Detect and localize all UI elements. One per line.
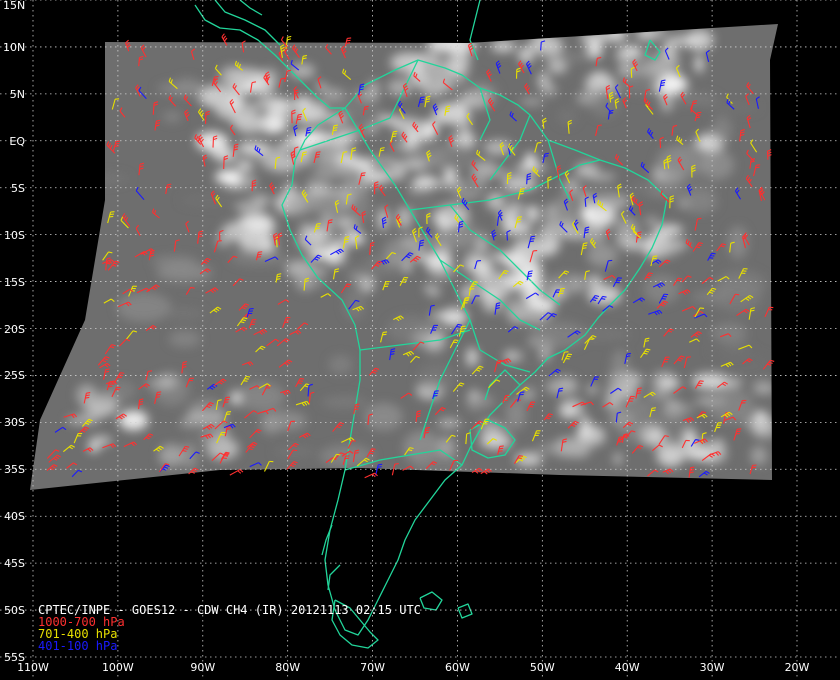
lon-label: 60W [445, 661, 470, 674]
lon-label: 100W [101, 661, 134, 674]
lon-label: 40W [614, 661, 640, 674]
lat-label: 25S [4, 369, 25, 383]
lon-label: 20W [784, 661, 810, 674]
lon-label: 70W [360, 661, 385, 674]
lon-label: 80W [275, 661, 301, 674]
lat-label: 5S [11, 181, 25, 195]
lon-label: 90W [190, 661, 216, 674]
product-caption: CPTEC/INPE - GOES12 - CDW CH4 (IR) 20121… [38, 604, 421, 652]
lat-label: 10S [4, 228, 25, 242]
lon-label: 110W [17, 661, 49, 674]
lat-label: 15S [4, 275, 25, 289]
lat-label: 40S [4, 510, 25, 524]
lat-label: 50S [4, 604, 25, 618]
lat-label: 15N [3, 0, 26, 12]
lon-label: 50W [529, 661, 555, 674]
wind-vector-map [0, 0, 840, 680]
lat-label: 5N [9, 87, 25, 101]
lat-label: 20S [4, 322, 25, 336]
lon-label: 30W [699, 661, 725, 674]
legend-high-level: 401-100 hPa [38, 639, 118, 653]
lat-label: 45S [4, 557, 25, 571]
lat-label: 35S [4, 463, 25, 477]
lat-label: EQ [9, 134, 25, 148]
lat-label: 30S [4, 416, 25, 430]
lat-label: 10N [3, 40, 26, 54]
